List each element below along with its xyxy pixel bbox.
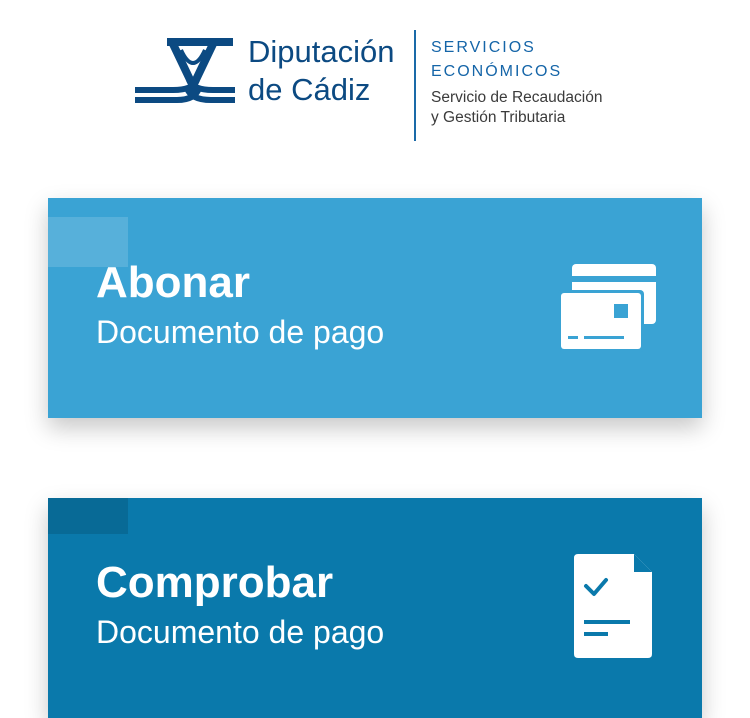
diputacion-logo-icon <box>135 38 235 103</box>
department-subtitle-line-2: y Gestión Tributaria <box>431 109 566 126</box>
header: Diputación de Cádiz SERVICIOS ECONÓMICOS… <box>0 0 750 160</box>
document-check-icon <box>574 554 652 658</box>
card-title: Comprobar <box>96 558 334 607</box>
department-block: SERVICIOS ECONÓMICOS Servicio de Recauda… <box>431 36 602 128</box>
card-corner-accent <box>48 498 128 534</box>
pay-document-card[interactable]: Abonar Documento de pago <box>48 198 702 418</box>
department-title-line-2: ECONÓMICOS <box>431 63 563 80</box>
credit-card-icon <box>558 264 656 352</box>
check-document-card[interactable]: Comprobar Documento de pago <box>48 498 702 718</box>
department-title-line-1: SERVICIOS <box>431 39 536 56</box>
card-subtitle: Documento de pago <box>96 614 385 650</box>
card-title: Abonar <box>96 258 250 307</box>
card-subtitle: Documento de pago <box>96 314 385 350</box>
org-name: Diputación de Cádiz <box>248 33 394 109</box>
header-divider <box>414 30 416 141</box>
org-name-line-1: Diputación <box>248 34 395 69</box>
org-name-line-2: de Cádiz <box>248 72 371 107</box>
department-subtitle-line-1: Servicio de Recaudación <box>431 89 603 106</box>
